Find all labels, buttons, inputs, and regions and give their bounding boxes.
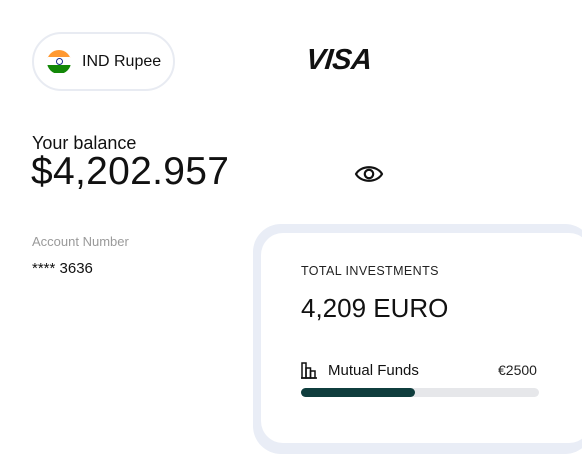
investments-title: TOTAL INVESTMENTS bbox=[301, 264, 439, 278]
fund-amount: €2500 bbox=[498, 362, 537, 378]
fund-label: Mutual Funds bbox=[328, 362, 419, 379]
bar-chart-icon bbox=[301, 362, 317, 379]
fund-progress-fill bbox=[301, 388, 416, 397]
currency-label: IND Rupee bbox=[82, 52, 162, 70]
account-number-label: Account Number bbox=[32, 234, 129, 249]
investments-total: 4,209 EURO bbox=[301, 293, 449, 323]
india-flag-icon bbox=[47, 49, 71, 74]
currency-selector[interactable]: IND Rupee bbox=[32, 32, 175, 91]
fund-progress-bar bbox=[301, 388, 539, 397]
eye-icon[interactable] bbox=[354, 160, 384, 188]
account-number-value: **** 3636 bbox=[32, 260, 93, 277]
balance-value: $4,202.957 bbox=[31, 150, 230, 193]
visa-logo: VISA bbox=[304, 44, 374, 76]
